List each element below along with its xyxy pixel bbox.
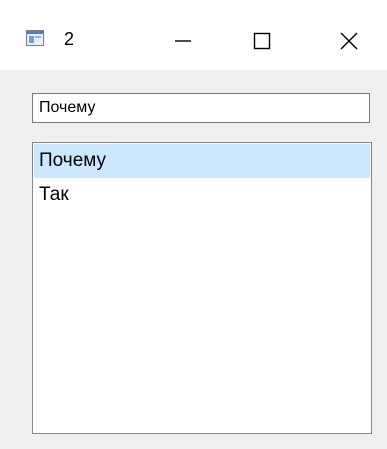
maximize-button[interactable] (239, 18, 285, 64)
list-box[interactable]: Почему Так (32, 142, 372, 434)
minimize-button[interactable] (160, 18, 206, 64)
app-window: 2 Почему Так (0, 0, 387, 449)
close-button[interactable] (326, 18, 372, 64)
window-title: 2 (64, 29, 75, 49)
minimize-icon (175, 40, 191, 42)
list-item[interactable]: Так (34, 178, 370, 212)
app-icon (26, 30, 44, 46)
title-bar[interactable]: 2 (0, 0, 387, 70)
list-item[interactable]: Почему (34, 144, 370, 178)
maximize-icon (253, 32, 271, 50)
close-icon (340, 32, 358, 50)
search-input[interactable] (32, 93, 370, 123)
